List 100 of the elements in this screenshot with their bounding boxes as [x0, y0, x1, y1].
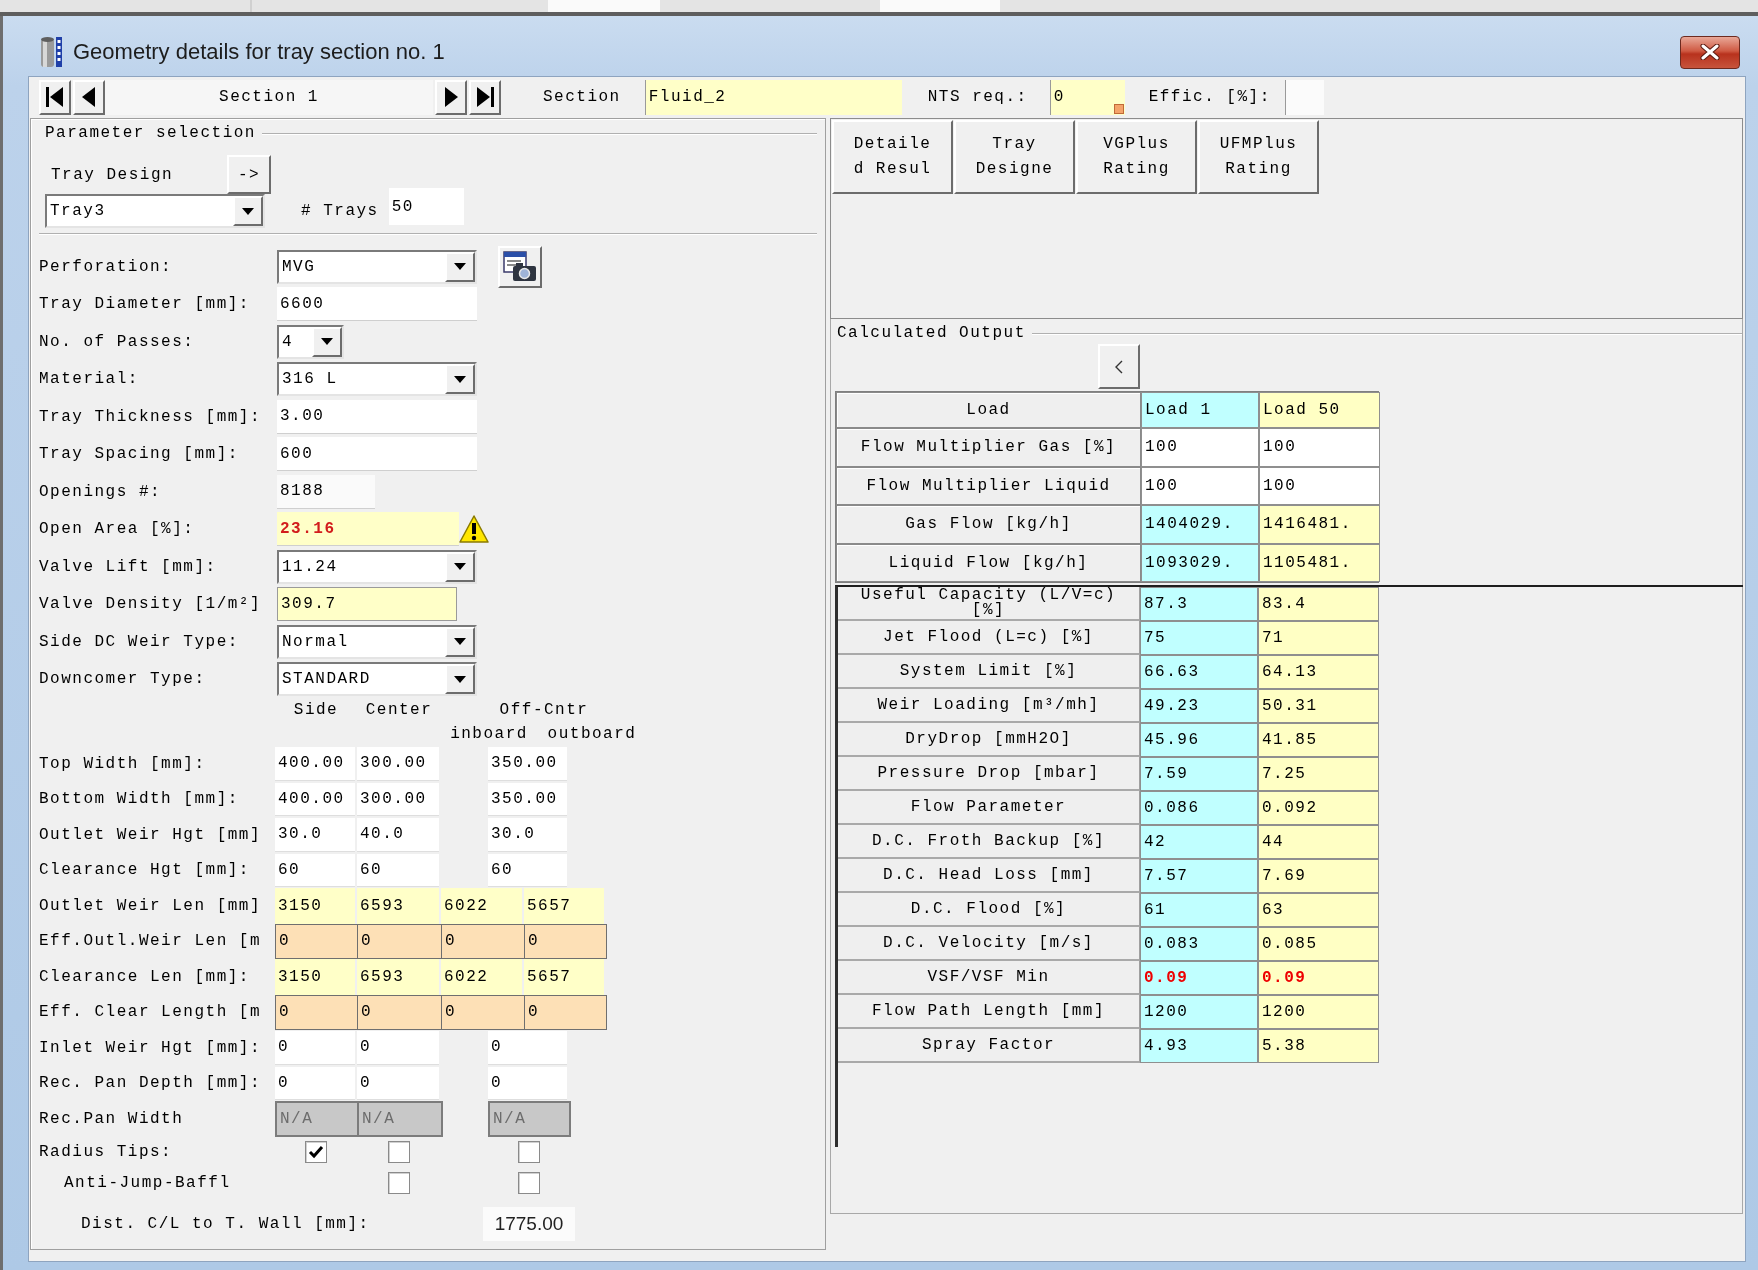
row-label: Pressure Drop [mbar] — [838, 757, 1140, 791]
input-field[interactable]: 400.00 — [275, 747, 355, 781]
input-field[interactable]: 0 — [275, 1066, 355, 1100]
snapshot-button[interactable] — [498, 245, 542, 288]
input-field[interactable]: 3.00 — [277, 399, 477, 434]
value-cell: 75 — [1140, 621, 1258, 655]
input-field[interactable]: 60 — [357, 853, 439, 887]
dropdown-button[interactable] — [233, 196, 263, 226]
dropdown[interactable]: 4 — [277, 324, 344, 359]
nts-field[interactable]: 0 — [1049, 79, 1125, 115]
column-header: Load — [836, 392, 1141, 428]
field-label: Rec.Pan Width — [39, 1109, 185, 1128]
dropdown-button[interactable] — [445, 364, 475, 395]
input-field[interactable]: 30.0 — [275, 818, 355, 852]
calculated-field: 23.16 — [277, 512, 459, 547]
input-field[interactable]: 0 — [488, 1066, 567, 1100]
input-field[interactable]: 40.0 — [357, 818, 439, 852]
column-header: Side — [293, 701, 339, 719]
design-button[interactable]: Detailed Resul — [832, 120, 953, 194]
checkbox[interactable] — [517, 1172, 540, 1194]
last-section-button[interactable] — [469, 79, 501, 115]
row-label: D.C. Head Loss [mm] — [838, 859, 1140, 893]
row-label: Flow Parameter — [838, 791, 1140, 825]
row-label: DryDrop [mmH2O] — [838, 723, 1140, 757]
dropdown[interactable]: MVG — [277, 249, 477, 284]
field-label: Open Area [%]: — [39, 520, 196, 539]
calculated-value: 6022 — [441, 959, 522, 995]
field-label: Outlet Weir Hgt [mm] — [39, 825, 263, 844]
dropdown-button[interactable] — [445, 626, 475, 657]
caret-down-icon — [454, 375, 466, 383]
checkbox[interactable] — [388, 1172, 410, 1194]
input-field[interactable]: 350.00 — [488, 747, 567, 781]
tray-design-dropdown[interactable]: Tray3 — [45, 194, 265, 228]
input-field[interactable]: 6600 — [277, 287, 477, 322]
checkbox[interactable] — [388, 1141, 410, 1163]
first-section-button[interactable] — [39, 79, 71, 115]
section-field[interactable]: Fluid_2 — [644, 79, 902, 115]
dropdown[interactable]: 316 L — [277, 362, 477, 397]
input-field[interactable]: 600 — [277, 437, 477, 472]
input-field[interactable]: 30.0 — [488, 818, 567, 852]
input-field[interactable]: 100 — [1259, 466, 1380, 505]
input-field[interactable]: 60 — [275, 853, 355, 887]
input-field[interactable]: 100 — [1259, 428, 1380, 467]
previous-section-button[interactable] — [73, 79, 105, 115]
input-field[interactable]: 100 — [1141, 428, 1259, 467]
input-field[interactable]: 1775.00 — [483, 1206, 575, 1241]
input-field[interactable]: 0 — [275, 1031, 355, 1065]
value-cell: 5.38 — [1258, 1029, 1379, 1063]
skip-to-end-icon — [474, 85, 496, 109]
calculated-value: 3150 — [275, 959, 355, 995]
value-cell: 0.083 — [1140, 927, 1258, 961]
caret-down-icon — [454, 675, 466, 683]
tray-design-button[interactable]: -> — [227, 155, 271, 194]
design-button[interactable]: Tray Designe — [954, 120, 1075, 194]
value-cell: 50.31 — [1258, 689, 1379, 723]
field-label: Tray Spacing [mm]: — [39, 445, 240, 464]
skip-to-start-icon — [44, 85, 66, 109]
design-button[interactable]: VGPlus Rating — [1076, 120, 1197, 194]
input-field[interactable]: 60 — [488, 853, 567, 887]
dropdown-button[interactable] — [312, 326, 342, 357]
design-button[interactable]: UFMPlus Rating — [1198, 120, 1319, 194]
input-field[interactable]: 0 — [488, 1031, 567, 1065]
checkbox[interactable] — [305, 1141, 327, 1163]
value-cell: 1200 — [1258, 995, 1379, 1029]
input-field[interactable]: 400.00 — [275, 782, 355, 816]
input-field[interactable]: 0 — [357, 1066, 439, 1100]
next-section-button[interactable] — [435, 79, 467, 115]
value-cell: 0.085 — [1258, 927, 1379, 961]
dropdown[interactable]: 11.24 — [277, 549, 477, 584]
input-field[interactable]: 100 — [1141, 466, 1259, 505]
value-cell: 42 — [1140, 825, 1258, 859]
group-title: Parameter selection — [44, 124, 257, 142]
input-field[interactable]: 50 — [388, 188, 464, 225]
dropdown-button[interactable] — [445, 551, 475, 582]
checkbox[interactable] — [517, 1141, 540, 1163]
collapse-button[interactable] — [1098, 344, 1140, 389]
effective-value: 0 — [441, 994, 525, 1030]
column-header: Load 50 — [1259, 392, 1380, 428]
dropdown-button[interactable] — [445, 251, 475, 282]
caret-down-icon — [242, 207, 254, 215]
input-field[interactable]: 300.00 — [357, 782, 439, 816]
efficiency-field[interactable] — [1284, 79, 1324, 115]
value-cell: 1093029. — [1141, 543, 1259, 582]
check-icon — [308, 1145, 324, 1159]
field-label: # Trays — [301, 202, 379, 220]
window-camera-icon — [503, 250, 537, 283]
input-field[interactable]: 0 — [357, 1031, 439, 1065]
close-button[interactable] — [1680, 35, 1740, 69]
dropdown[interactable]: STANDARD — [277, 662, 477, 697]
value-cell: 7.25 — [1258, 757, 1379, 791]
field-label: Tray Design — [50, 165, 174, 184]
input-field[interactable]: 350.00 — [488, 782, 567, 816]
caret-down-icon — [454, 563, 466, 571]
row-label: Flow Multiplier Liquid — [836, 466, 1141, 505]
value-cell: 0.09 — [1140, 961, 1258, 995]
dropdown[interactable]: Normal — [277, 624, 477, 659]
dropdown-button[interactable] — [445, 664, 475, 695]
field-label: Bottom Width [mm]: — [39, 790, 240, 809]
effective-value: 0 — [275, 994, 358, 1030]
input-field[interactable]: 300.00 — [357, 747, 439, 781]
